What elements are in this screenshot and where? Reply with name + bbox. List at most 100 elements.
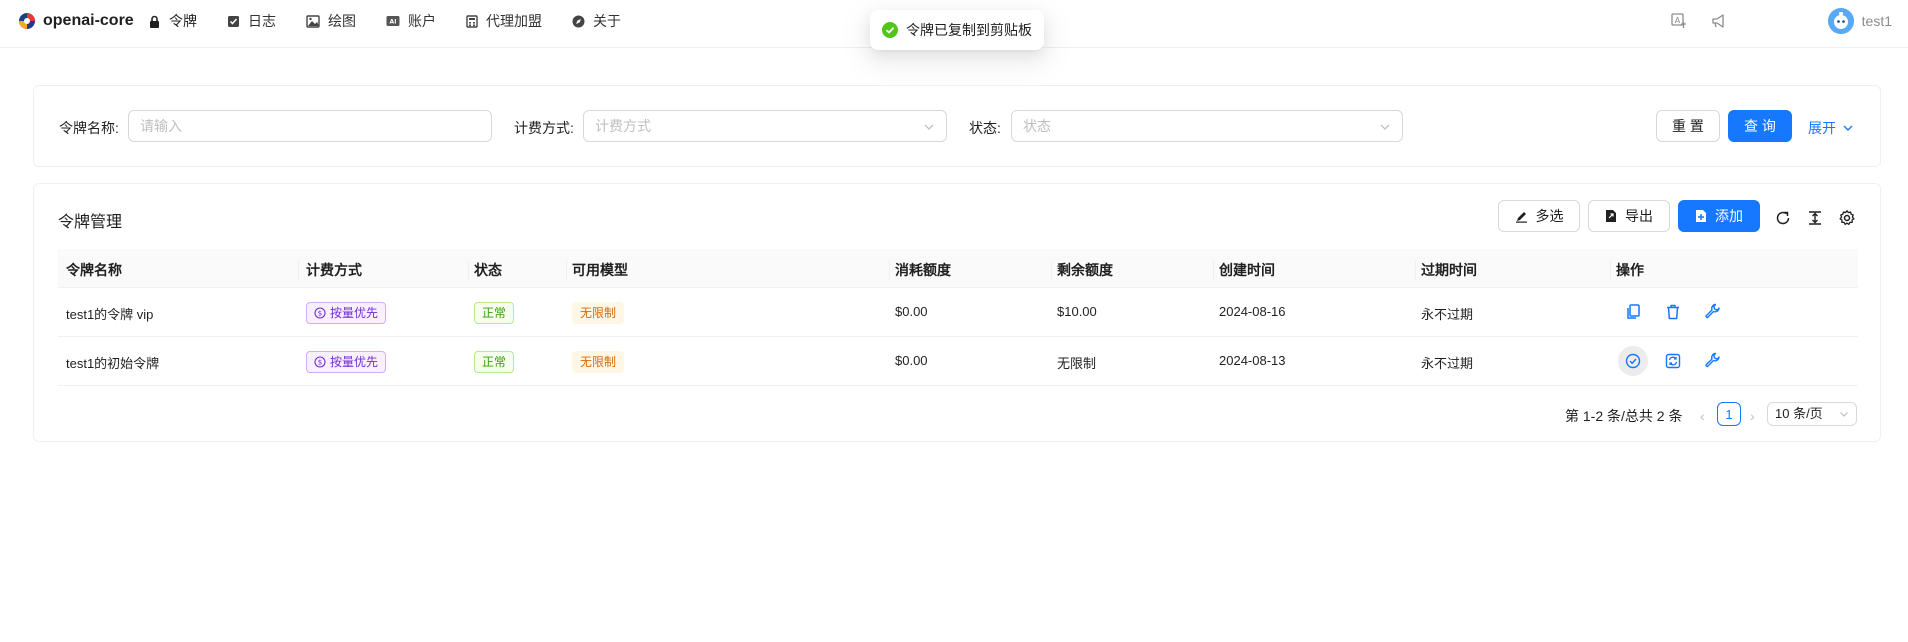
calculator-icon	[466, 14, 478, 28]
column-header: 过期时间	[1421, 262, 1477, 278]
page-size-select[interactable]: 10 条/页	[1767, 402, 1857, 426]
refresh-icon[interactable]	[1664, 352, 1682, 370]
copy-icon[interactable]	[1624, 303, 1642, 321]
table-header: 令牌名称 计费方式 状态 可用模型 消耗额度 剩余额度 创建时间 过期时间 操作	[58, 249, 1858, 288]
add-label: 添加	[1715, 208, 1743, 224]
app-title[interactable]: openai-core	[43, 12, 134, 30]
placeholder: 状态	[1023, 118, 1051, 134]
nav-item-agent[interactable]: 代理加盟	[466, 11, 542, 31]
placeholder: 计费方式	[595, 118, 651, 134]
main-nav: 令牌 日志 绘图 AI 账户 代理加盟 关于	[148, 0, 651, 42]
column-header: 操作	[1616, 262, 1644, 278]
add-button[interactable]: 添加	[1678, 200, 1760, 232]
nav-item-tokens[interactable]: 令牌	[148, 11, 197, 31]
billing-text: 按量优先	[330, 355, 379, 369]
translate-icon[interactable]: A	[1670, 12, 1688, 30]
prev-page-icon[interactable]: ‹	[1700, 408, 1705, 424]
svg-text:A: A	[1675, 16, 1681, 25]
card-title: 令牌管理	[58, 214, 123, 231]
billing-tag: $ 按量优先	[306, 302, 387, 324]
nav-label: 账户	[408, 13, 436, 29]
chevron-down-icon	[924, 124, 934, 130]
status-tag: 正常	[474, 302, 515, 324]
file-export-icon	[1606, 210, 1616, 222]
nav-label: 关于	[593, 13, 621, 29]
search-form: 令牌名称: 请输入 计费方式: 计费方式 状态: 状态 重 置 查 询 展开	[33, 85, 1881, 167]
svg-text:$: $	[318, 359, 322, 367]
column-divider	[1213, 260, 1214, 280]
nav-item-account[interactable]: AI 账户	[386, 11, 436, 31]
nav-item-logs[interactable]: 日志	[227, 11, 276, 31]
column-divider	[468, 260, 469, 280]
token-name-label: 令牌名称:	[59, 120, 119, 136]
nav-label: 日志	[248, 13, 276, 29]
status-label: 状态:	[969, 120, 1001, 136]
column-header: 创建时间	[1219, 262, 1275, 278]
multi-select-label: 多选	[1535, 208, 1564, 224]
query-button[interactable]: 查 询	[1728, 110, 1792, 142]
file-add-icon	[1696, 210, 1706, 222]
next-page-icon[interactable]: ›	[1750, 408, 1755, 424]
reset-button[interactable]: 重 置	[1656, 110, 1720, 142]
created-time-cell: 2024-08-13	[1219, 353, 1286, 368]
export-label: 导出	[1625, 208, 1653, 224]
billing-label: 计费方式:	[514, 120, 574, 136]
billing-text: 按量优先	[330, 306, 379, 320]
expire-time-cell: 永不过期	[1421, 307, 1474, 322]
user-menu[interactable]: test1	[1827, 8, 1892, 34]
page-number[interactable]: 1	[1717, 402, 1741, 426]
delete-icon[interactable]	[1664, 303, 1682, 321]
status-tag: 正常	[474, 351, 515, 373]
token-name-cell: test1的令牌 vip	[66, 307, 154, 322]
edit-wrench-icon[interactable]	[1704, 352, 1722, 370]
chevron-down-icon	[1380, 124, 1390, 130]
edit-wrench-icon[interactable]	[1704, 303, 1722, 321]
expand-link[interactable]: 展开	[1808, 118, 1854, 138]
svg-text:$: $	[318, 310, 322, 318]
edit-icon	[1515, 211, 1527, 223]
expire-time-cell: 永不过期	[1421, 356, 1474, 371]
table-row: test1的令牌 vip $ 按量优先 正常 无限制 $0.00 $10.00 …	[58, 288, 1858, 337]
status-select[interactable]: 状态	[1011, 110, 1403, 142]
remaining-quota-cell: 无限制	[1057, 356, 1097, 371]
token-name-cell: test1的初始令牌	[66, 356, 160, 371]
column-header: 消耗额度	[895, 262, 951, 278]
pagination-summary: 第 1-2 条/总共 2 条	[1565, 408, 1683, 424]
settings-icon[interactable]	[1838, 209, 1856, 227]
used-quota-cell: $0.00	[895, 353, 928, 368]
svg-text:AI: AI	[390, 19, 397, 26]
export-button[interactable]: 导出	[1588, 200, 1670, 232]
dollar-circle-icon: $	[314, 356, 326, 368]
notification-icon[interactable]	[1710, 12, 1728, 30]
message-toast: 令牌已复制到剪贴板	[870, 10, 1044, 50]
token-table-card: 令牌管理 多选 导出 添加 令牌名称 计费方式 状态 可用模型 消耗额度 剩余额…	[33, 183, 1881, 442]
column-header: 状态	[474, 262, 502, 278]
created-time-cell: 2024-08-16	[1219, 304, 1286, 319]
column-header: 令牌名称	[66, 262, 122, 278]
remaining-quota-cell: $10.00	[1057, 304, 1097, 319]
chevron-down-icon	[1843, 125, 1853, 131]
check-circle-icon[interactable]	[1624, 352, 1642, 370]
nav-label: 代理加盟	[486, 13, 542, 29]
nav-item-about[interactable]: 关于	[572, 11, 621, 31]
column-height-icon[interactable]	[1806, 209, 1824, 227]
nav-label: 令牌	[169, 13, 197, 29]
column-header: 剩余额度	[1057, 262, 1113, 278]
lock-icon	[150, 15, 159, 28]
column-divider	[1415, 260, 1416, 280]
avatar	[1827, 8, 1854, 34]
used-quota-cell: $0.00	[895, 304, 928, 319]
reload-icon[interactable]	[1774, 209, 1792, 227]
dollar-circle-icon: $	[314, 307, 326, 319]
toast-text: 令牌已复制到剪贴板	[906, 22, 1032, 38]
token-name-input[interactable]: 请输入	[128, 110, 492, 142]
username: test1	[1861, 13, 1892, 29]
billing-select[interactable]: 计费方式	[583, 110, 947, 142]
robot-avatar-icon	[1827, 8, 1854, 34]
multi-select-button[interactable]: 多选	[1498, 200, 1580, 232]
nav-item-drawing[interactable]: 绘图	[306, 11, 356, 31]
success-check-icon	[882, 22, 898, 38]
table-row: test1的初始令牌 $ 按量优先 正常 无限制 $0.00 无限制 2024-…	[58, 337, 1858, 386]
billing-tag: $ 按量优先	[306, 351, 387, 373]
column-divider	[1610, 260, 1611, 280]
